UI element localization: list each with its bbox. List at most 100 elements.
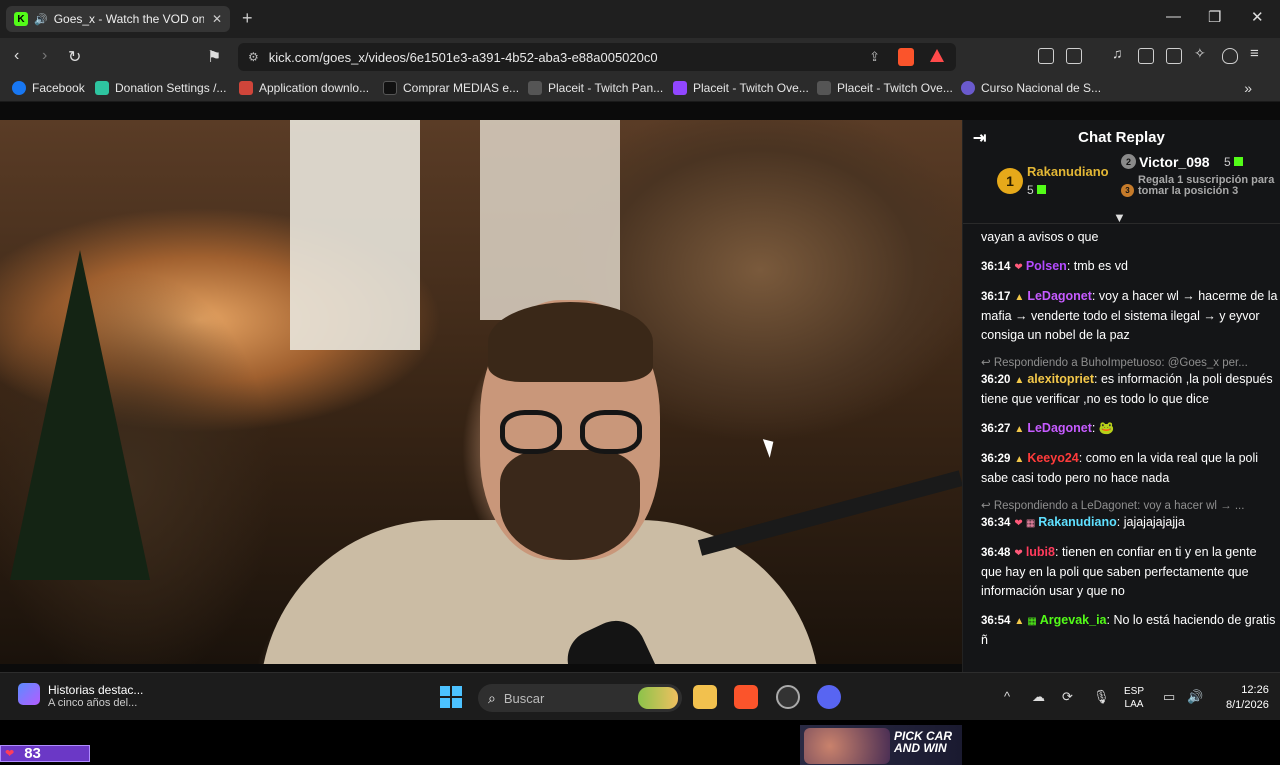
system-clock[interactable]: 12:26 8/1/2026: [1226, 683, 1269, 713]
wallet-icon[interactable]: [1166, 48, 1182, 64]
og-badge-icon: ▲: [1014, 616, 1025, 627]
microphone-icon[interactable]: 🎙: [1093, 689, 1110, 705]
glasses-image: [580, 410, 642, 454]
leader-1-sub-count: 5: [1027, 183, 1034, 197]
news-widget[interactable]: Historias destac... A cinco años del...: [18, 683, 143, 709]
message-time: 36:34: [981, 517, 1011, 529]
placeit-icon: [528, 81, 542, 95]
speaker-icon[interactable]: 🔊: [34, 13, 48, 26]
forward-icon[interactable]: ›: [42, 47, 47, 65]
screenshot-icon[interactable]: [1066, 48, 1082, 64]
search-icon: ⌕: [488, 689, 496, 706]
file-explorer-icon[interactable]: [693, 685, 717, 709]
leader-1-name[interactable]: Rakanudiano: [1027, 164, 1109, 179]
reply-context[interactable]: ↩ Respondiendo a BuhoImpetuoso: @Goes_x …: [981, 355, 1279, 369]
display-icon[interactable]: ▭: [1163, 689, 1175, 705]
reload-icon[interactable]: ↻: [68, 47, 81, 67]
new-tab-button[interactable]: +: [242, 8, 253, 29]
message-text: No lo está haciendo de gratis ñ: [981, 613, 1276, 647]
sync-icon[interactable]: ⟳: [1062, 689, 1073, 705]
site-info-icon[interactable]: ⚙: [248, 50, 259, 64]
clock-date: 8/1/2026: [1226, 699, 1269, 711]
expand-leaderboard-icon[interactable]: ▼: [1113, 210, 1126, 225]
news-widget-icon: [18, 683, 40, 705]
window-close-icon[interactable]: ✕: [1251, 8, 1264, 26]
media-icon[interactable]: ♫: [1112, 45, 1128, 61]
leo-ai-icon[interactable]: ✧: [1194, 45, 1210, 61]
message-user[interactable]: Rakanudiano: [1038, 515, 1117, 529]
brave-shields-icon[interactable]: [898, 48, 914, 66]
message-user[interactable]: Argevak_ia: [1040, 613, 1107, 627]
vpn-shield-icon[interactable]: [1222, 48, 1238, 64]
leader-2-name[interactable]: Victor_098: [1139, 154, 1210, 170]
promo-text: PICK CAR AND WIN: [894, 730, 952, 754]
bookmark-curso[interactable]: Curso Nacional de S...: [961, 81, 1101, 95]
og-badge-icon: ▲: [1014, 454, 1025, 465]
sub-badge-icon: ❤: [1014, 518, 1023, 529]
address-bar[interactable]: ⚙ kick.com/goes_x/videos/6e1501e3-a391-4…: [238, 43, 956, 71]
share-icon[interactable]: ⇪: [869, 49, 880, 65]
message-user[interactable]: alexitopriet: [1027, 372, 1094, 386]
video-player[interactable]: [0, 120, 962, 664]
streamlabs-icon: [95, 81, 109, 95]
bookmark-placeit-2[interactable]: Placeit - Twitch Ove...: [673, 81, 809, 95]
bookmark-facebook[interactable]: Facebook: [12, 81, 85, 95]
reply-context[interactable]: ↩ Respondiendo a LeDagonet: voy a hacer …: [981, 498, 1279, 512]
discord-icon[interactable]: [817, 685, 841, 709]
taskbar-search[interactable]: ⌕ Buscar: [478, 684, 682, 712]
bookmark-donation[interactable]: Donation Settings /...: [95, 81, 226, 95]
cloud-icon[interactable]: ☁: [1032, 689, 1045, 705]
gift-leaderboard: 1 Rakanudiano 5 2 Victor_098 5 3 Regala …: [963, 120, 1280, 225]
bookmark-label: Facebook: [32, 81, 85, 95]
bookmark-placeit-3[interactable]: Placeit - Twitch Ove...: [817, 81, 953, 95]
message-time: 36:27: [981, 423, 1011, 435]
windows-start-icon[interactable]: [440, 686, 462, 708]
peg-icon: [239, 81, 253, 95]
browser-titlebar: K 🔊 Goes_x - Watch the VOD on K ✕ + — ❐ …: [0, 0, 1280, 38]
bookmark-application[interactable]: Application downlo...: [239, 81, 369, 95]
bookmark-label: Application downlo...: [259, 81, 370, 95]
mic-arm-image: [697, 470, 962, 556]
message-time: 36:29: [981, 453, 1011, 465]
brave-browser-icon[interactable]: [734, 685, 758, 709]
minimize-icon[interactable]: —: [1166, 8, 1181, 25]
menu-icon[interactable]: ≡: [1250, 45, 1266, 62]
volume-icon[interactable]: 🔊: [1187, 689, 1203, 705]
bookmark-label: Curso Nacional de S...: [981, 81, 1102, 95]
message-user[interactable]: LeDagonet: [1027, 421, 1092, 435]
back-icon[interactable]: ‹: [14, 47, 19, 65]
tab-close-icon[interactable]: ✕: [212, 12, 222, 26]
viewer-count-badge: ❤ 83: [0, 745, 90, 762]
bookmark-medias[interactable]: Comprar MEDIAS e...: [383, 81, 519, 95]
promo-overlay[interactable]: PICK CAR AND WIN: [800, 725, 962, 765]
bookmark-placeit-1[interactable]: Placeit - Twitch Pan...: [528, 81, 663, 95]
search-highlight-image: [638, 687, 678, 709]
facebook-icon: [12, 81, 26, 95]
background-shirt-image: [480, 120, 620, 320]
rank-1-badge-icon: 1: [997, 168, 1023, 194]
message-user[interactable]: lubi8: [1026, 545, 1055, 559]
message-text: es información ,la poli después tiene qu…: [981, 372, 1273, 406]
bookmarks-overflow-icon[interactable]: »: [1244, 80, 1252, 96]
tray-chevron-icon[interactable]: ^: [1004, 689, 1010, 704]
extensions-icon[interactable]: [1038, 48, 1054, 64]
rank-3-badge-icon: 3: [1121, 184, 1134, 197]
bookmark-icon[interactable]: ⚑: [207, 47, 221, 67]
browser-tab[interactable]: K 🔊 Goes_x - Watch the VOD on K ✕: [6, 6, 230, 32]
message-user[interactable]: Keeyo24: [1027, 451, 1078, 465]
message-text: jajajajajajja: [1123, 515, 1185, 529]
message-user[interactable]: LeDagonet: [1027, 289, 1092, 303]
sidebar-icon[interactable]: [1138, 48, 1154, 64]
news-widget-text: Historias destac... A cinco años del...: [48, 683, 143, 709]
language-indicator[interactable]: ESP LAA: [1124, 685, 1144, 711]
search-placeholder: Buscar: [503, 690, 545, 706]
app-icon[interactable]: [776, 685, 800, 709]
chat-message: vayan a avisos o que: [981, 228, 1279, 247]
chat-message: 36:20 ▲ alexitopriet: es información ,la p…: [981, 372, 1273, 406]
christmas-tree-image: [10, 250, 150, 580]
maximize-icon[interactable]: ❐: [1208, 8, 1221, 26]
message-user[interactable]: Polsen: [1026, 259, 1067, 273]
brave-rewards-icon[interactable]: [930, 49, 944, 62]
rank-2-badge-icon: 2: [1121, 154, 1136, 169]
message-time: 36:20: [981, 374, 1011, 386]
